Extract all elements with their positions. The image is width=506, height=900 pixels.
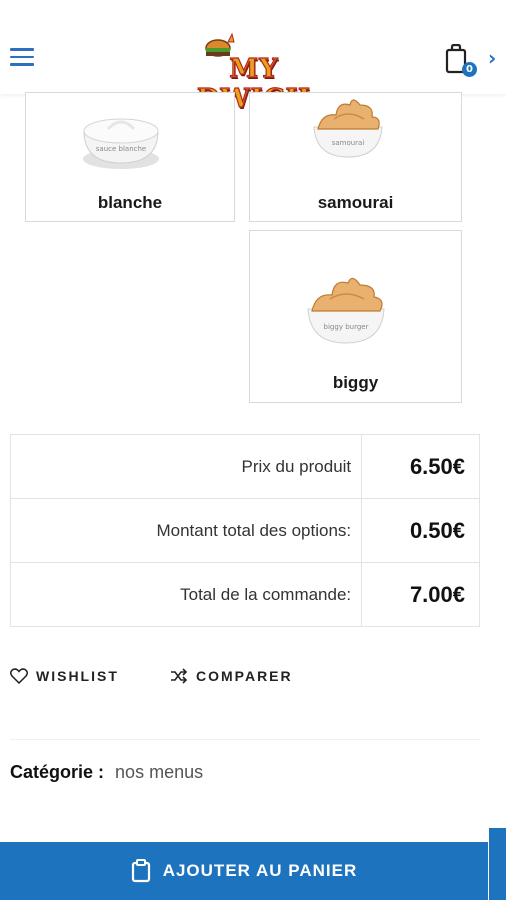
price-value: 0.50€ (361, 498, 480, 563)
cart-count-badge: 0 (462, 62, 477, 77)
jar-label: sauce blanche (96, 145, 146, 153)
option-label: blanche (97, 193, 163, 212)
sauce-jar-icon: sauce blanche (83, 118, 159, 169)
sauce-bowl-icon: biggy burger (307, 277, 385, 344)
divider (10, 739, 480, 740)
option-label: samourai (317, 193, 394, 212)
site-header: MY DWICH 0 › (0, 22, 506, 115)
add-to-cart-label: AJOUTER AU PANIER (162, 861, 358, 880)
option-label: biggy (332, 373, 379, 392)
category-link[interactable]: nos menus (115, 762, 203, 782)
site-logo[interactable]: MY DWICH (176, 32, 332, 115)
wishlist-label: WISHLIST (36, 668, 119, 684)
table-row: Total de la commande: 7.00€ (9, 562, 480, 627)
bowl-label: biggy burger (324, 323, 369, 331)
cta-edge (489, 828, 506, 900)
sauce-bowl-icon: samourai (313, 99, 383, 158)
category-label: Catégorie : (10, 762, 105, 782)
option-card-samourai[interactable]: samourai samourai (249, 92, 462, 222)
price-label: Prix du produit (9, 434, 363, 499)
price-summary-table: Prix du produit 6.50€ Montant total des … (9, 434, 480, 627)
compare-button[interactable]: COMPARER (170, 668, 293, 684)
option-card-biggy[interactable]: biggy burger biggy (249, 230, 462, 403)
heart-icon (10, 668, 28, 684)
product-category: Catégorie : nos menus (10, 762, 203, 783)
table-row: Montant total des options: 0.50€ (9, 498, 480, 563)
chevron-right-icon: › (488, 46, 497, 70)
menu-icon[interactable] (10, 48, 34, 70)
shuffle-icon (171, 668, 188, 684)
price-value: 6.50€ (361, 434, 480, 499)
price-label: Montant total des options: (9, 498, 363, 563)
price-value: 7.00€ (361, 562, 480, 627)
add-to-cart-button[interactable]: AJOUTER AU PANIER (0, 842, 488, 900)
bowl-label: samourai (332, 139, 365, 147)
top-strip (0, 0, 506, 23)
option-card-blanche[interactable]: sauce blanche blanche (25, 92, 235, 222)
clipboard-icon (131, 859, 150, 883)
table-row: Prix du produit 6.50€ (9, 434, 480, 499)
price-label: Total de la commande: (9, 562, 363, 627)
cart-icon[interactable]: 0 (444, 43, 477, 78)
wishlist-button[interactable]: WISHLIST (10, 668, 119, 684)
compare-label: COMPARER (196, 668, 293, 684)
